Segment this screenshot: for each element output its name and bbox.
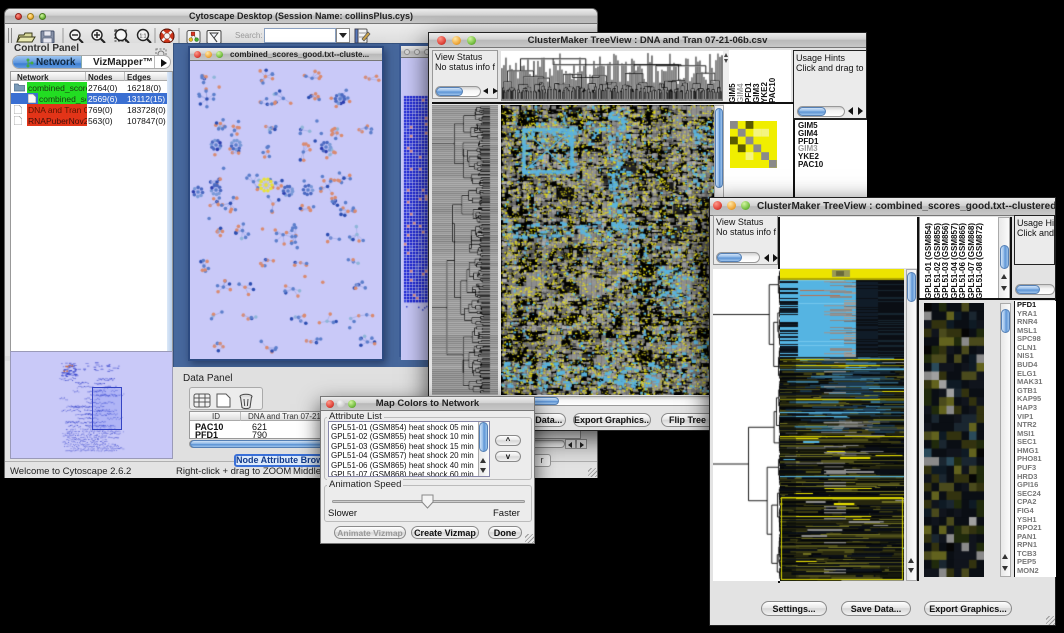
svg-text:1:1: 1:1 <box>140 34 147 40</box>
